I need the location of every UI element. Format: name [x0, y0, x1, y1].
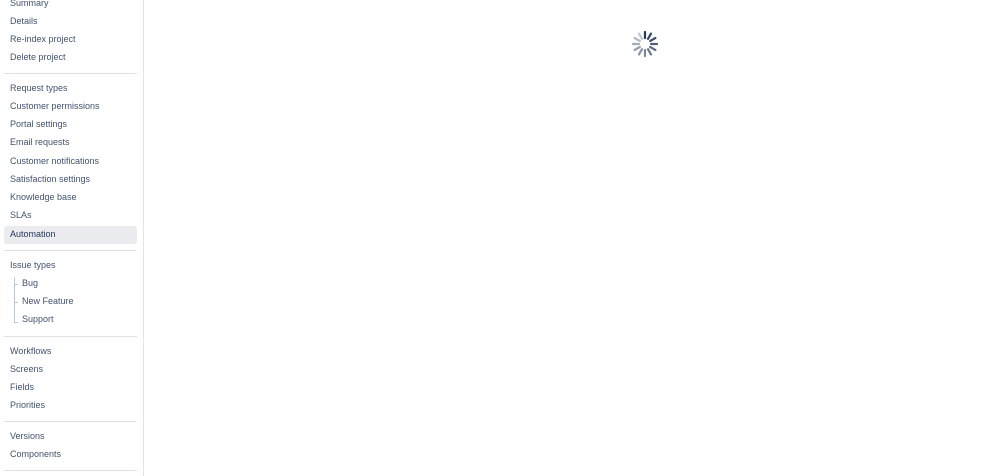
sidebar-item-label: Fields — [10, 382, 35, 392]
sidebar-item-label: Summary — [10, 0, 49, 8]
sidebar-item-issue-types[interactable]: Issue types — [4, 257, 137, 275]
sidebar-item-new-feature[interactable]: New Feature — [4, 293, 137, 311]
sidebar-item-customer-permissions[interactable]: Customer permissions — [4, 98, 137, 116]
sidebar-item-label: Portal settings — [10, 119, 68, 129]
sidebar-item-label: Details — [10, 16, 38, 26]
sidebar-divider — [4, 470, 137, 471]
sidebar-item-label: Email requests — [10, 137, 70, 147]
sidebar-divider — [4, 336, 137, 337]
sidebar-item-label: Workflows — [10, 346, 52, 356]
automation-content-area — [144, 0, 999, 476]
sidebar-item-label: Re-index project — [10, 34, 76, 44]
sidebar-item-label: Delete project — [10, 52, 66, 62]
sidebar-item-customer-notifications[interactable]: Customer notifications — [4, 153, 137, 171]
sidebar-item-support[interactable]: Support — [4, 311, 137, 329]
sidebar-item-label: Screens — [10, 364, 44, 374]
loading-spinner-icon — [631, 30, 659, 58]
sidebar-divider — [4, 421, 137, 422]
sidebar-item-label: Versions — [10, 431, 45, 441]
sidebar-item-summary[interactable]: Summary — [4, 0, 137, 13]
sidebar-item-label: Customer notifications — [10, 156, 100, 166]
sidebar-item-label: Automation — [10, 229, 56, 239]
sidebar-item-label: Support — [22, 314, 54, 324]
sidebar-item-request-types[interactable]: Request types — [4, 80, 137, 98]
sidebar-item-label: Satisfaction settings — [10, 174, 91, 184]
sidebar-item-details[interactable]: Details — [4, 13, 137, 31]
sidebar-item-fields[interactable]: Fields — [4, 379, 137, 397]
sidebar-item-automation[interactable]: Automation — [4, 226, 137, 244]
sidebar-item-portal-settings[interactable]: Portal settings — [4, 116, 137, 134]
sidebar-divider — [4, 73, 137, 74]
sidebar-item-label: Priorities — [10, 400, 46, 410]
sidebar-item-label: Issue types — [10, 260, 56, 270]
sidebar-item-components[interactable]: Components — [4, 446, 137, 464]
sidebar-item-label: Knowledge base — [10, 192, 77, 202]
sidebar-item-label: Bug — [22, 278, 39, 288]
sidebar-item-workflows[interactable]: Workflows — [4, 343, 137, 361]
project-settings-sidebar: Summary Details Re-index project Delete … — [0, 0, 144, 476]
sidebar-item-email-requests[interactable]: Email requests — [4, 134, 137, 152]
sidebar-item-versions[interactable]: Versions — [4, 428, 137, 446]
sidebar-item-knowledge-base[interactable]: Knowledge base — [4, 189, 137, 207]
sidebar-item-bug[interactable]: Bug — [4, 275, 137, 293]
sidebar-item-screens[interactable]: Screens — [4, 361, 137, 379]
sidebar-item-label: SLAs — [10, 210, 32, 220]
sidebar-divider — [4, 250, 137, 251]
sidebar-item-label: Components — [10, 449, 62, 459]
sidebar-item-satisfaction-settings[interactable]: Satisfaction settings — [4, 171, 137, 189]
sidebar-item-slas[interactable]: SLAs — [4, 207, 137, 225]
sidebar-item-label: New Feature — [22, 296, 74, 306]
sidebar-item-label: Customer permissions — [10, 101, 100, 111]
sidebar-item-label: Request types — [10, 83, 68, 93]
sidebar-item-priorities[interactable]: Priorities — [4, 397, 137, 415]
sidebar-item-delete-project[interactable]: Delete project — [4, 49, 137, 67]
sidebar-item-reindex-project[interactable]: Re-index project — [4, 31, 137, 49]
